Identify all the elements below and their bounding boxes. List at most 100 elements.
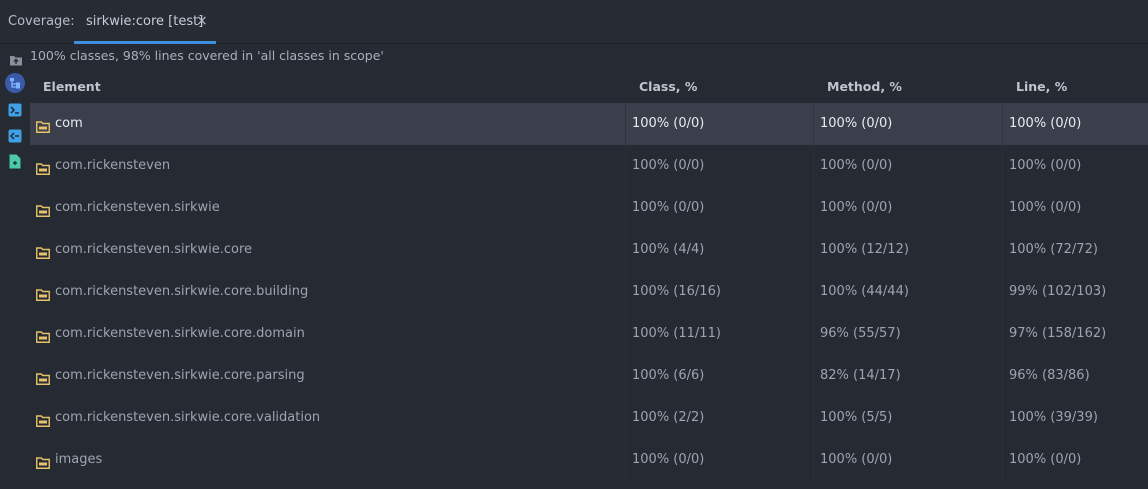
element-name: images bbox=[55, 452, 103, 467]
method-coverage: 82% (14/17) bbox=[820, 368, 901, 383]
tab-title: sirkwie:core [test] bbox=[86, 14, 204, 29]
class-coverage: 100% (16/16) bbox=[632, 284, 721, 299]
element-name: com.rickensteven bbox=[55, 158, 171, 173]
line-coverage: 100% (0/0) bbox=[1009, 452, 1082, 467]
summary-text: 100% classes, 98% lines covered in 'all … bbox=[30, 48, 384, 63]
column-divider bbox=[813, 103, 814, 145]
line-coverage: 100% (72/72) bbox=[1009, 242, 1098, 257]
column-divider bbox=[813, 271, 814, 313]
element-name: com.rickensteven.sirkwie.core.domain bbox=[55, 326, 305, 341]
method-coverage: 100% (0/0) bbox=[820, 116, 893, 131]
method-coverage: 100% (12/12) bbox=[820, 242, 909, 257]
column-divider bbox=[1002, 355, 1003, 397]
class-coverage: 100% (2/2) bbox=[632, 410, 705, 425]
column-divider bbox=[1002, 313, 1003, 355]
class-coverage: 100% (0/0) bbox=[632, 200, 705, 215]
column-divider bbox=[625, 397, 626, 439]
column-header-method[interactable]: Method, % bbox=[827, 79, 902, 94]
folder-icon bbox=[36, 286, 50, 305]
column-header-element[interactable]: Element bbox=[43, 79, 101, 94]
line-coverage: 100% (39/39) bbox=[1009, 410, 1098, 425]
table-row[interactable]: com.rickensteven.sirkwie 100% (0/0) 100% (… bbox=[30, 187, 1148, 229]
class-coverage: 100% (0/0) bbox=[632, 116, 705, 131]
column-divider bbox=[1002, 397, 1003, 439]
column-divider bbox=[1002, 103, 1003, 145]
coverage-toolbar: Coverage: sirkwie:core [test] × bbox=[0, 0, 1148, 44]
generate-report-icon[interactable] bbox=[8, 102, 22, 121]
element-name: com.rickensteven.sirkwie.core.parsing bbox=[55, 368, 305, 383]
column-divider bbox=[625, 355, 626, 397]
column-divider bbox=[625, 145, 626, 187]
import-report-icon[interactable] bbox=[8, 128, 22, 147]
table-row[interactable]: com.rickensteven.sirkwie.core.validation… bbox=[30, 397, 1148, 439]
line-coverage: 100% (0/0) bbox=[1009, 158, 1082, 173]
table-row[interactable]: com.rickensteven.sirkwie.core.domain 100%… bbox=[30, 313, 1148, 355]
column-divider bbox=[1002, 271, 1003, 313]
line-coverage: 97% (158/162) bbox=[1009, 326, 1107, 341]
table-row[interactable]: com 100% (0/0) 100% (0/0) 100% (0/0) bbox=[30, 103, 1148, 145]
element-name: com.rickensteven.sirkwie.core.building bbox=[55, 284, 309, 299]
folder-icon bbox=[36, 244, 50, 263]
column-divider bbox=[1002, 145, 1003, 187]
column-divider bbox=[625, 439, 626, 481]
method-coverage: 100% (0/0) bbox=[820, 452, 893, 467]
table-row[interactable]: images 100% (0/0) 100% (0/0) 100% (0/0) bbox=[30, 439, 1148, 481]
element-name: com.rickensteven.sirkwie.core bbox=[55, 242, 253, 257]
export-icon[interactable] bbox=[9, 51, 23, 70]
line-coverage: 100% (0/0) bbox=[1009, 116, 1082, 131]
folder-icon bbox=[36, 370, 50, 389]
element-name: com.rickensteven.sirkwie bbox=[55, 200, 220, 215]
method-coverage: 96% (55/57) bbox=[820, 326, 901, 341]
coverage-summary: 100% classes, 98% lines covered in 'all … bbox=[0, 45, 1148, 67]
tab-active-indicator bbox=[74, 41, 216, 44]
tab-sirkwie-core-test[interactable]: sirkwie:core [test] × bbox=[74, 0, 216, 44]
folder-icon bbox=[36, 454, 50, 473]
element-name: com bbox=[55, 116, 83, 131]
column-divider bbox=[1002, 439, 1003, 481]
folder-icon bbox=[36, 160, 50, 179]
report-file-icon[interactable] bbox=[9, 154, 21, 173]
column-divider bbox=[813, 397, 814, 439]
folder-icon bbox=[36, 118, 50, 137]
class-coverage: 100% (11/11) bbox=[632, 326, 721, 341]
folder-icon bbox=[36, 412, 50, 431]
folder-icon bbox=[36, 202, 50, 221]
left-toolbar bbox=[0, 70, 30, 489]
class-coverage: 100% (0/0) bbox=[632, 158, 705, 173]
close-icon[interactable]: × bbox=[196, 13, 208, 29]
flatten-packages-icon[interactable] bbox=[5, 73, 25, 97]
table-header: Element Class, % Method, % Line, % bbox=[30, 70, 1148, 102]
column-header-line[interactable]: Line, % bbox=[1016, 79, 1067, 94]
table-row[interactable]: com.rickensteven.sirkwie.core 100% (4/4) 1… bbox=[30, 229, 1148, 271]
method-coverage: 100% (0/0) bbox=[820, 200, 893, 215]
class-coverage: 100% (6/6) bbox=[632, 368, 705, 383]
column-divider bbox=[813, 145, 814, 187]
element-name: com.rickensteven.sirkwie.core.validation bbox=[55, 410, 321, 425]
folder-icon bbox=[36, 328, 50, 347]
column-divider bbox=[813, 313, 814, 355]
column-divider bbox=[813, 187, 814, 229]
column-divider bbox=[625, 271, 626, 313]
table-row[interactable]: com.rickensteven.sirkwie.core.parsing 100… bbox=[30, 355, 1148, 397]
method-coverage: 100% (0/0) bbox=[820, 158, 893, 173]
class-coverage: 100% (4/4) bbox=[632, 242, 705, 257]
line-coverage: 99% (102/103) bbox=[1009, 284, 1107, 299]
column-divider bbox=[625, 187, 626, 229]
line-coverage: 100% (0/0) bbox=[1009, 200, 1082, 215]
method-coverage: 100% (5/5) bbox=[820, 410, 893, 425]
column-divider bbox=[625, 103, 626, 145]
column-header-class[interactable]: Class, % bbox=[639, 79, 697, 94]
column-divider bbox=[813, 229, 814, 271]
column-divider bbox=[625, 313, 626, 355]
table-row[interactable]: com.rickensteven 100% (0/0) 100% (0/0) 100%… bbox=[30, 145, 1148, 187]
column-divider bbox=[625, 229, 626, 271]
column-divider bbox=[1002, 187, 1003, 229]
column-divider bbox=[813, 439, 814, 481]
column-divider bbox=[813, 355, 814, 397]
coverage-label: Coverage: bbox=[8, 14, 75, 29]
table-row[interactable]: com.rickensteven.sirkwie.core.building 10… bbox=[30, 271, 1148, 313]
line-coverage: 96% (83/86) bbox=[1009, 368, 1090, 383]
coverage-table: com 100% (0/0) 100% (0/0) 100% (0/0) com.ric… bbox=[30, 103, 1148, 481]
column-divider bbox=[1002, 229, 1003, 271]
method-coverage: 100% (44/44) bbox=[820, 284, 909, 299]
